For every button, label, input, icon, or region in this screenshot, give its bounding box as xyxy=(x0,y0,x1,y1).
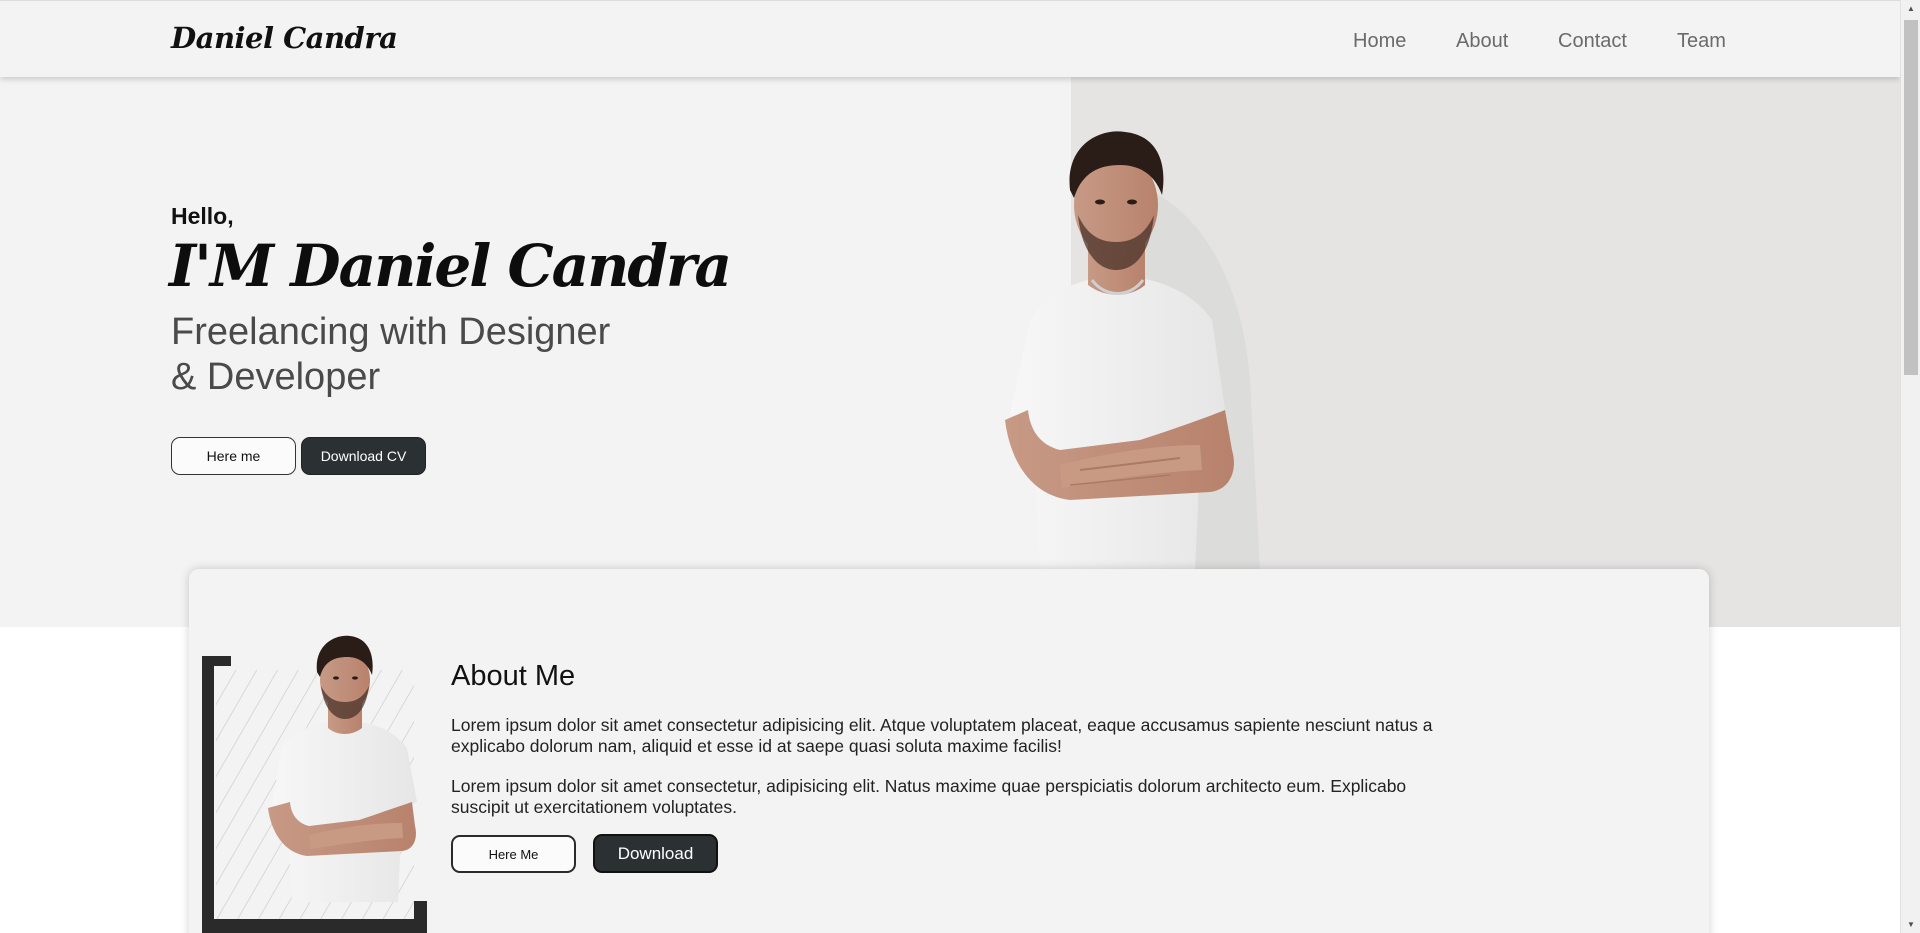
hero-name: I'M Daniel Candra xyxy=(169,232,732,300)
brand-logo[interactable]: Daniel Candra xyxy=(171,21,398,55)
hero-subtitle-line2: & Developer xyxy=(171,356,381,398)
hero-subtitle: Freelancing with Designer & Developer xyxy=(171,310,610,400)
hero-subtitle-line1: Freelancing with Designer xyxy=(171,311,611,353)
scrollbar-thumb[interactable] xyxy=(1904,20,1918,375)
hero-greeting: Hello, xyxy=(171,203,234,229)
vertical-scrollbar[interactable]: ▲ ▼ xyxy=(1900,0,1920,933)
hero-portrait-photo xyxy=(1005,131,1260,570)
scroll-up-arrow-icon[interactable]: ▲ xyxy=(1901,0,1920,17)
about-title: About Me xyxy=(451,660,576,692)
hero-hire-button[interactable]: Here me xyxy=(171,437,296,475)
nav-home[interactable]: Home xyxy=(1353,30,1406,53)
nav-team[interactable]: Team xyxy=(1677,30,1726,53)
nav-contact[interactable]: Contact xyxy=(1558,30,1627,53)
scroll-down-arrow-icon[interactable]: ▼ xyxy=(1901,916,1920,933)
navbar: Daniel Candra Home About Contact Team xyxy=(0,0,1900,77)
hero-download-cv-button[interactable]: Download CV xyxy=(301,437,426,475)
about-portrait-photo xyxy=(268,635,417,902)
about-paragraph-2: Lorem ipsum dolor sit amet consectetur, … xyxy=(451,776,1407,817)
about-hire-button[interactable]: Here Me xyxy=(451,835,576,873)
nav-about[interactable]: About xyxy=(1456,30,1508,53)
about-paragraph-1: Lorem ipsum dolor sit amet consectetur a… xyxy=(451,715,1433,756)
about-download-button[interactable]: Download xyxy=(593,834,718,873)
